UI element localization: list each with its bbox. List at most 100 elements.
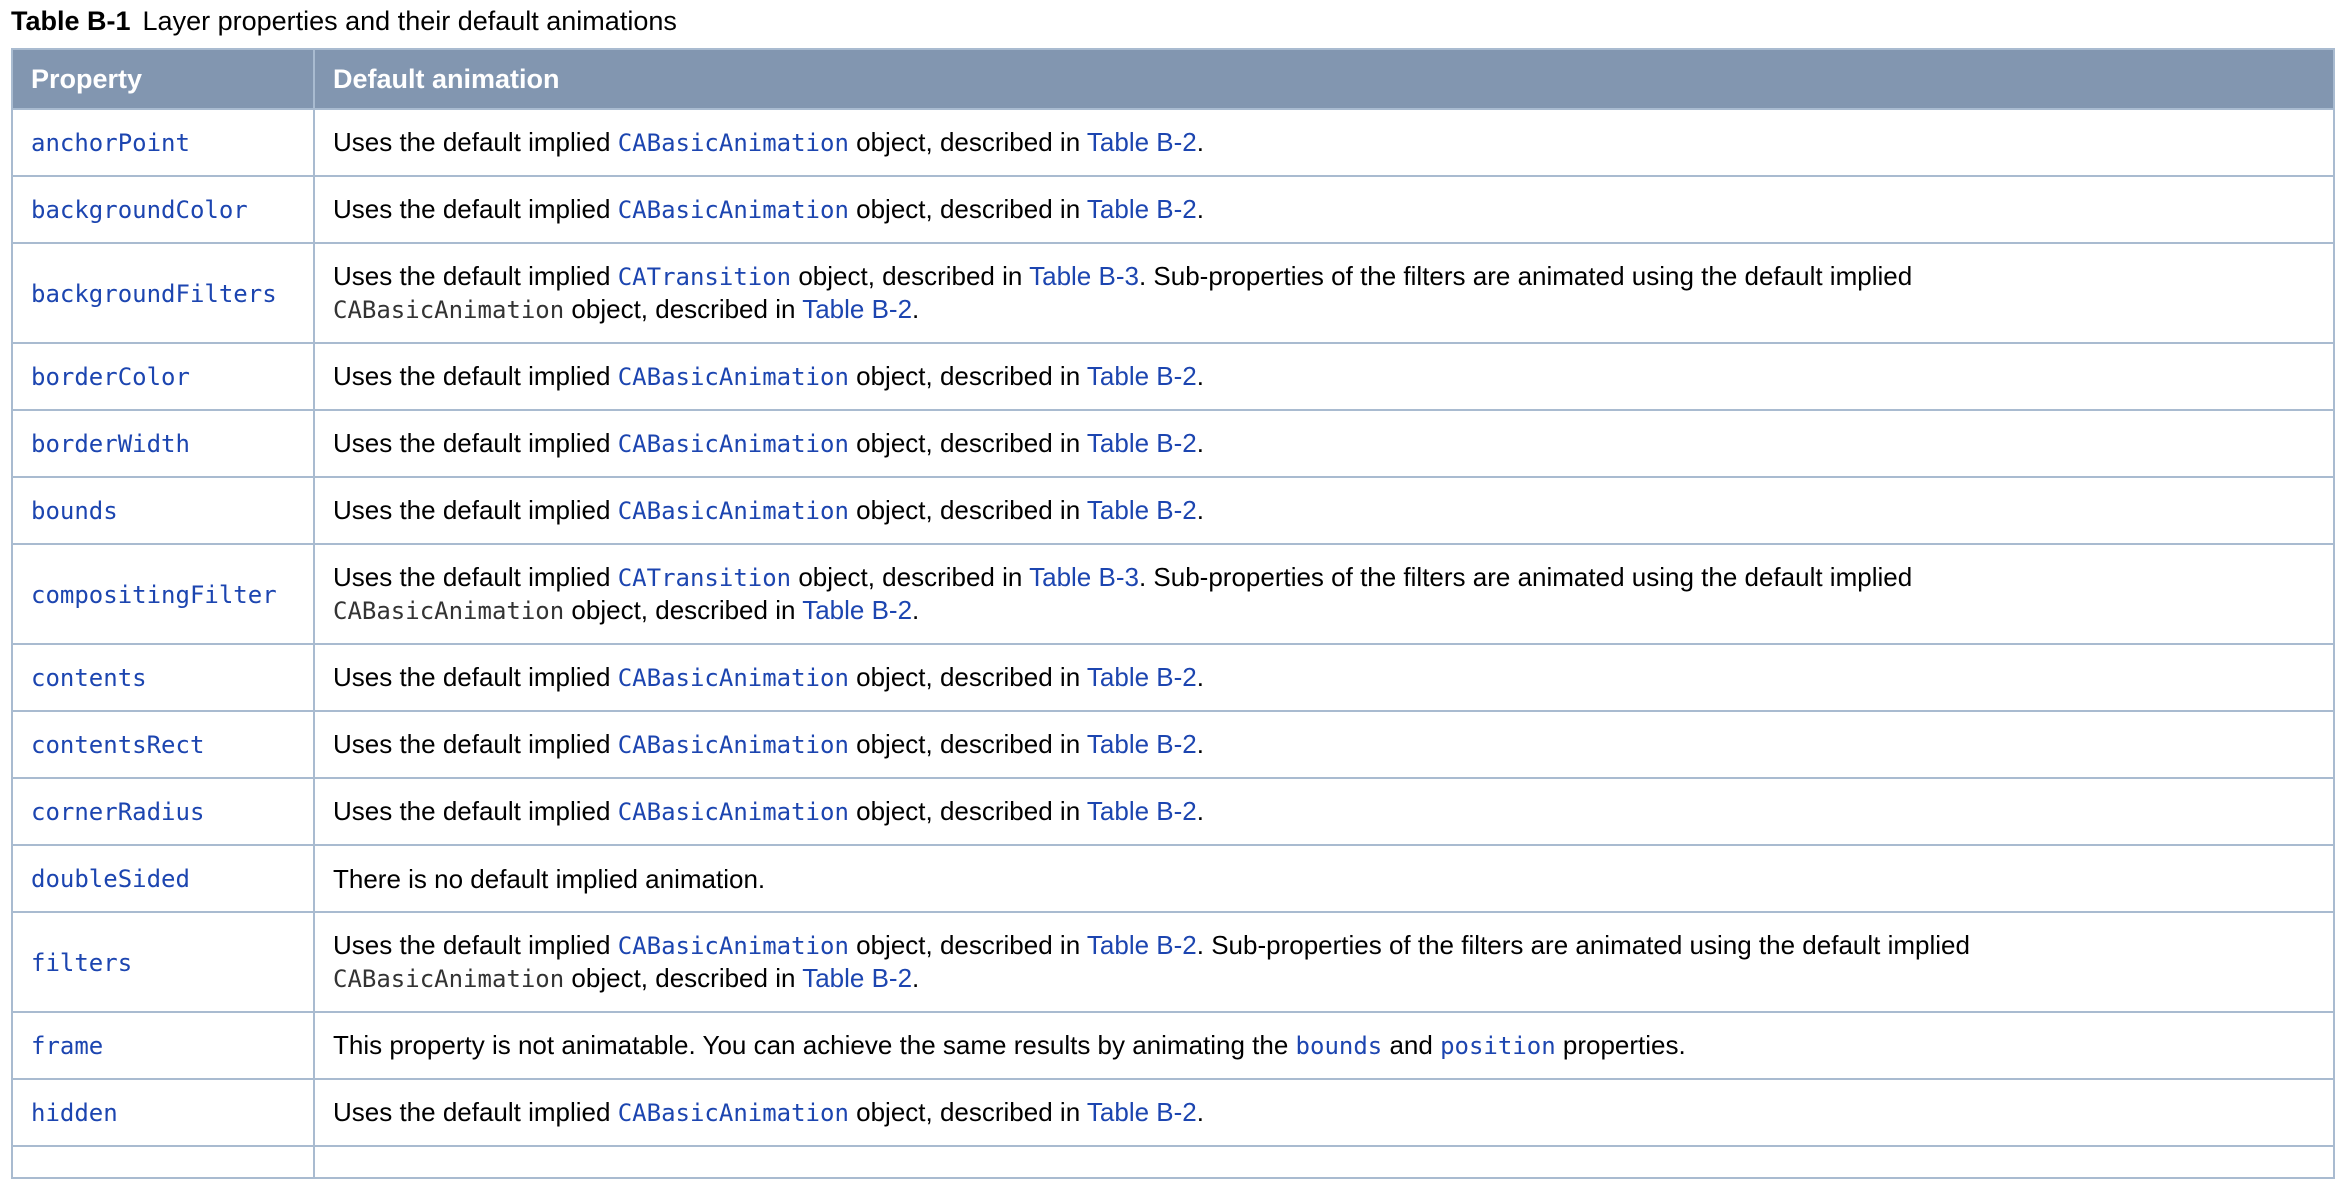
table-row: frame This property is not animatable. Yo…	[11, 1011, 2335, 1080]
layer-properties-table: Property Default animation anchorPoint Us…	[11, 48, 2335, 1179]
default-animation-cell: Uses the default implied CABasicAnimatio…	[313, 1078, 2335, 1147]
description-text: There is no default implied animation.	[333, 863, 766, 894]
class-reference-link[interactable]: CABasicAnimation	[618, 1099, 849, 1127]
property-link[interactable]: borderWidth	[31, 430, 190, 458]
table-reference-link[interactable]: Table B-2	[1087, 127, 1197, 157]
description-text: object, described in	[848, 796, 1087, 826]
class-reference-text: CABasicAnimation	[333, 965, 565, 993]
property-link[interactable]: backgroundColor	[31, 196, 248, 224]
class-reference-link[interactable]: CABasicAnimation	[618, 798, 849, 826]
description-text: object, described in	[564, 294, 803, 324]
table-reference-link[interactable]: Table B-3	[1029, 261, 1139, 291]
property-cell: contentsRect	[11, 710, 315, 779]
table-row: compositingFilter Uses the default implie…	[11, 543, 2335, 645]
property-link[interactable]: compositingFilter	[31, 581, 277, 609]
property-cell: contents	[11, 643, 315, 712]
table-reference-link[interactable]: Table B-2	[1087, 1097, 1197, 1127]
default-animation-cell: Uses the default implied CABasicAnimatio…	[313, 476, 2335, 545]
property-cell: borderWidth	[11, 409, 315, 478]
property-link[interactable]: filters	[31, 949, 132, 977]
table-row: hidden Uses the default implied CABasicAn…	[11, 1078, 2335, 1147]
description-text: .	[1196, 729, 1204, 759]
description-text: . Sub-properties of the filters are anim…	[1196, 930, 1970, 960]
class-reference-link[interactable]: CABasicAnimation	[618, 497, 849, 525]
description-text: Uses the default implied	[333, 428, 618, 458]
default-animation-cell: Uses the default implied CABasicAnimatio…	[313, 342, 2335, 411]
table-reference-link[interactable]: Table B-2	[1087, 194, 1197, 224]
property-link[interactable]: doubleSided	[31, 865, 190, 893]
description-text: object, described in	[791, 562, 1030, 592]
property-link[interactable]: frame	[31, 1032, 103, 1060]
table-reference-link[interactable]: Table B-2	[802, 595, 912, 625]
description-text: Uses the default implied	[333, 495, 618, 525]
table-row: contents Uses the default implied CABasic…	[11, 643, 2335, 712]
default-animation-cell: Uses the default implied CATransition ob…	[313, 242, 2335, 344]
property-link[interactable]: anchorPoint	[31, 129, 190, 157]
table-reference-link[interactable]: Table B-2	[1087, 796, 1197, 826]
class-reference-link[interactable]: CABasicAnimation	[618, 932, 849, 960]
table-row: borderWidth Uses the default implied CABa…	[11, 409, 2335, 478]
description-text: .	[1196, 796, 1204, 826]
property-link[interactable]: bounds	[31, 497, 118, 525]
partial-cell	[11, 1145, 315, 1179]
class-reference-link[interactable]: position	[1440, 1032, 1556, 1060]
table-row: cornerRadius Uses the default implied CAB…	[11, 777, 2335, 846]
table-row: backgroundFilters Uses the default implie…	[11, 242, 2335, 344]
class-reference-link[interactable]: CABasicAnimation	[618, 196, 849, 224]
property-cell: hidden	[11, 1078, 315, 1147]
description-text: object, described in	[848, 361, 1087, 391]
class-reference-link[interactable]: CABasicAnimation	[618, 430, 849, 458]
class-reference-link[interactable]: CATransition	[618, 564, 791, 592]
table-reference-link[interactable]: Table B-2	[1087, 662, 1197, 692]
table-title: Layer properties and their default anima…	[142, 6, 677, 36]
description-text: This property is not animatable. You can…	[333, 1030, 1296, 1060]
description-text: .	[1196, 1097, 1204, 1127]
description-text: Uses the default implied	[333, 562, 618, 592]
property-link[interactable]: contentsRect	[31, 731, 204, 759]
class-reference-link[interactable]: bounds	[1296, 1032, 1383, 1060]
default-animation-cell: Uses the default implied CABasicAnimatio…	[313, 409, 2335, 478]
description-text: Uses the default implied	[333, 361, 618, 391]
table-reference-link[interactable]: Table B-2	[1087, 495, 1197, 525]
table-reference-link[interactable]: Table B-2	[802, 294, 912, 324]
description-text: properties.	[1555, 1030, 1686, 1060]
property-link[interactable]: borderColor	[31, 363, 190, 391]
property-link[interactable]: backgroundFilters	[31, 280, 277, 308]
description-text: .	[1196, 127, 1204, 157]
property-link[interactable]: contents	[31, 664, 147, 692]
partial-cell	[313, 1145, 2335, 1179]
description-text: object, described in	[848, 127, 1087, 157]
class-reference-link[interactable]: CABasicAnimation	[618, 129, 849, 157]
description-text: Uses the default implied	[333, 261, 618, 291]
table-row: doubleSided There is no default implied a…	[11, 844, 2335, 913]
property-link[interactable]: cornerRadius	[31, 798, 204, 826]
property-cell: compositingFilter	[11, 543, 315, 645]
table-reference-link[interactable]: Table B-2	[1087, 361, 1197, 391]
class-reference-link[interactable]: CABasicAnimation	[618, 664, 849, 692]
default-animation-cell: Uses the default implied CABasicAnimatio…	[313, 911, 2335, 1013]
description-text: Uses the default implied	[333, 729, 618, 759]
property-cell: bounds	[11, 476, 315, 545]
description-text: object, described in	[848, 729, 1087, 759]
default-animation-cell: Uses the default implied CABasicAnimatio…	[313, 777, 2335, 846]
description-text: .	[912, 294, 920, 324]
class-reference-link[interactable]: CABasicAnimation	[618, 731, 849, 759]
description-text: .	[1196, 662, 1204, 692]
description-text: .	[1196, 361, 1204, 391]
class-reference-link[interactable]: CABasicAnimation	[618, 363, 849, 391]
table-reference-link[interactable]: Table B-2	[802, 963, 912, 993]
description-text: object, described in	[791, 261, 1030, 291]
property-cell: backgroundColor	[11, 175, 315, 244]
description-text: . Sub-properties of the filters are anim…	[1138, 562, 1913, 592]
class-reference-link[interactable]: CATransition	[618, 263, 791, 291]
property-cell: cornerRadius	[11, 777, 315, 846]
description-text: object, described in	[848, 1097, 1087, 1127]
default-animation-cell: Uses the default implied CABasicAnimatio…	[313, 175, 2335, 244]
table-reference-link[interactable]: Table B-2	[1087, 930, 1197, 960]
table-reference-link[interactable]: Table B-2	[1087, 729, 1197, 759]
table-caption: Table B-1 Layer properties and their defa…	[11, 4, 677, 38]
property-link[interactable]: hidden	[31, 1099, 118, 1127]
table-reference-link[interactable]: Table B-3	[1029, 562, 1139, 592]
table-row: bounds Uses the default implied CABasicAn…	[11, 476, 2335, 545]
table-reference-link[interactable]: Table B-2	[1087, 428, 1197, 458]
